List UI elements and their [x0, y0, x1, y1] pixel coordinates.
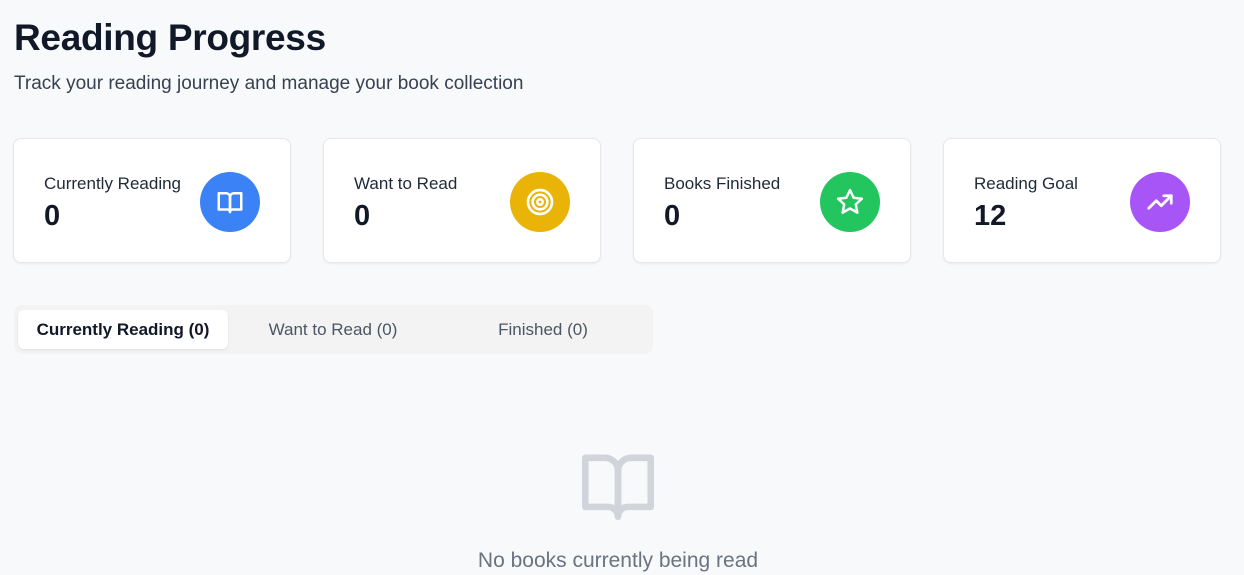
- stat-card-reading-goal: Reading Goal 12: [943, 138, 1221, 263]
- stat-value: 0: [354, 200, 371, 232]
- trending-up-icon: [1130, 172, 1190, 232]
- stat-label: Currently Reading: [44, 174, 182, 193]
- stat-card-want-to-read: Want to Read 0: [323, 138, 601, 263]
- tab-want-to-read[interactable]: Want to Read (0): [228, 310, 438, 349]
- target-icon: [510, 172, 570, 232]
- stat-label: Want to Read: [354, 174, 458, 193]
- stat-label: Books Finished: [664, 174, 781, 193]
- book-open-icon: [578, 448, 658, 525]
- book-open-icon: [200, 172, 260, 232]
- empty-state-message: No books currently being read: [477, 549, 759, 572]
- stat-value: 12: [974, 200, 1007, 232]
- page-title: Reading Progress: [14, 17, 326, 58]
- stat-label: Reading Goal: [974, 174, 1078, 193]
- stat-card-books-finished: Books Finished 0: [633, 138, 911, 263]
- stat-value: 0: [664, 200, 681, 232]
- tab-bar: Currently Reading (0) Want to Read (0) F…: [14, 305, 653, 354]
- tab-finished[interactable]: Finished (0): [438, 310, 648, 349]
- tab-currently-reading[interactable]: Currently Reading (0): [18, 310, 228, 349]
- star-icon: [820, 172, 880, 232]
- stat-card-currently-reading: Currently Reading 0: [13, 138, 291, 263]
- stat-value: 0: [44, 200, 61, 232]
- page-subtitle: Track your reading journey and manage yo…: [14, 73, 524, 94]
